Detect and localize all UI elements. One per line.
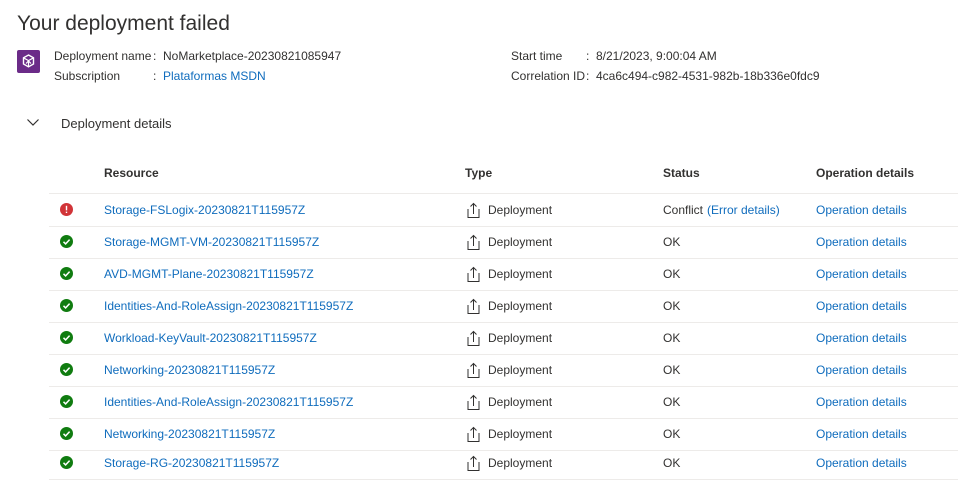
chevron-down-icon[interactable] (25, 114, 41, 130)
success-icon (60, 456, 73, 469)
resource-link[interactable]: Storage-FSLogix-20230821T115957Z (104, 203, 305, 217)
status-text: OK (663, 363, 681, 377)
column-header-type: Type (465, 166, 493, 180)
success-icon (60, 395, 73, 408)
resource-link[interactable]: Storage-MGMT-VM-20230821T115957Z (104, 235, 319, 249)
deployment-type-icon (465, 298, 482, 315)
resource-type: Deployment (488, 235, 553, 249)
resource-link[interactable]: Identities-And-RoleAssign-20230821T11595… (104, 395, 353, 409)
start-time-value: 8/21/2023, 9:00:04 AM (596, 49, 717, 63)
resource-type: Deployment (488, 427, 553, 441)
table-row: Networking-20230821T115957Z Deployment O… (49, 354, 958, 387)
deployment-type-icon (465, 266, 482, 283)
meta-separator: : (586, 69, 590, 83)
resource-link[interactable]: Networking-20230821T115957Z (104, 427, 275, 441)
column-header-operation-details: Operation details (816, 166, 915, 180)
resource-type: Deployment (488, 395, 553, 409)
deployment-name-label: Deployment name (54, 49, 152, 63)
operation-details-link[interactable]: Operation details (816, 427, 907, 441)
status-text: OK (663, 235, 681, 249)
meta-separator: : (153, 49, 157, 63)
resource-type: Deployment (488, 267, 553, 281)
resource-link[interactable]: Storage-RG-20230821T115957Z (104, 456, 279, 470)
resource-link[interactable]: Workload-KeyVault-20230821T115957Z (104, 331, 317, 345)
operation-details-link[interactable]: Operation details (816, 299, 907, 313)
deployment-icon (17, 50, 40, 73)
table-row: AVD-MGMT-Plane-20230821T115957Z Deployme… (49, 258, 958, 291)
table-row: Identities-And-RoleAssign-20230821T11595… (49, 386, 958, 419)
operation-details-link[interactable]: Operation details (816, 267, 907, 281)
subscription-label: Subscription (54, 69, 121, 83)
success-icon (60, 235, 73, 248)
page-title: Your deployment failed (17, 12, 230, 35)
status-text: OK (663, 331, 681, 345)
subscription-link[interactable]: Plataformas MSDN (163, 69, 266, 83)
deployment-type-icon (465, 426, 482, 443)
operation-details-link[interactable]: Operation details (816, 363, 907, 377)
table-row: Storage-FSLogix-20230821T115957Z Deploym… (49, 194, 958, 227)
deployment-name-value: NoMarketplace-20230821085947 (163, 49, 342, 63)
error-details-link[interactable]: (Error details) (707, 203, 780, 217)
operation-details-link[interactable]: Operation details (816, 203, 907, 217)
start-time-label: Start time (511, 49, 563, 63)
status-text: OK (663, 456, 681, 470)
column-header-status: Status (663, 166, 700, 180)
success-icon (60, 427, 73, 440)
deployment-type-icon (465, 394, 482, 411)
status-text: Conflict (663, 203, 704, 217)
status-text: OK (663, 395, 681, 409)
correlation-id-value: 4ca6c494-c982-4531-982b-18b336e0fdc9 (596, 69, 820, 83)
status-cell: Conflict (Error details) (663, 203, 780, 217)
error-icon (60, 203, 73, 216)
deployment-type-icon (465, 455, 482, 472)
resource-link[interactable]: AVD-MGMT-Plane-20230821T115957Z (104, 267, 314, 281)
resource-type: Deployment (488, 203, 553, 217)
status-text: OK (663, 427, 681, 441)
operation-details-link[interactable]: Operation details (816, 235, 907, 249)
operation-details-link[interactable]: Operation details (816, 395, 907, 409)
success-icon (60, 331, 73, 344)
operation-details-link[interactable]: Operation details (816, 331, 907, 345)
deployment-overview-page: Your deployment failed Deployment name :… (0, 0, 978, 480)
meta-separator: : (153, 69, 157, 83)
resource-link[interactable]: Identities-And-RoleAssign-20230821T11595… (104, 299, 353, 313)
resource-type: Deployment (488, 456, 553, 470)
column-header-resource: Resource (104, 166, 159, 180)
success-icon (60, 299, 73, 312)
resource-type: Deployment (488, 363, 553, 377)
meta-separator: : (586, 49, 590, 63)
resource-link[interactable]: Networking-20230821T115957Z (104, 363, 275, 377)
table-row: Identities-And-RoleAssign-20230821T11595… (49, 290, 958, 323)
deployment-details-heading[interactable]: Deployment details (61, 116, 172, 131)
deployment-type-icon (465, 202, 482, 219)
deployment-type-icon (465, 234, 482, 251)
success-icon (60, 363, 73, 376)
deployment-type-icon (465, 362, 482, 379)
deployment-type-icon (465, 330, 482, 347)
resource-type: Deployment (488, 331, 553, 345)
status-text: OK (663, 267, 681, 281)
correlation-id-label: Correlation ID (511, 69, 586, 83)
success-icon (60, 267, 73, 280)
table-row: Storage-MGMT-VM-20230821T115957Z Deploym… (49, 226, 958, 259)
resource-type: Deployment (488, 299, 553, 313)
table-row: Storage-RG-20230821T115957Z Deployment O… (49, 447, 958, 480)
status-text: OK (663, 299, 681, 313)
operation-details-link[interactable]: Operation details (816, 456, 907, 470)
table-row: Workload-KeyVault-20230821T115957Z Deplo… (49, 322, 958, 355)
